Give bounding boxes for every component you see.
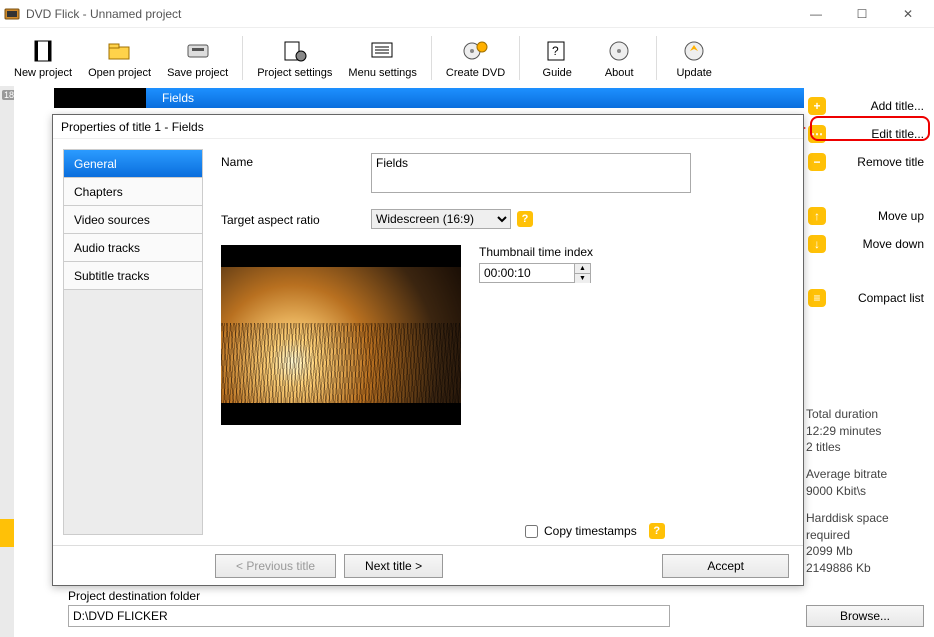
title-thumbnail-preview: [54, 88, 146, 108]
tab-audio-tracks[interactable]: Audio tracks: [64, 234, 202, 262]
next-title-button[interactable]: Next title >: [344, 554, 443, 578]
about-button[interactable]: About: [588, 35, 650, 81]
aspect-label: Target aspect ratio: [221, 211, 371, 227]
compact-icon: ≡: [808, 289, 826, 307]
project-settings-button[interactable]: Project settings: [249, 35, 340, 81]
copy-timestamps-label: Copy timestamps: [544, 524, 637, 538]
hd-space-mb: 2099 Mb: [806, 543, 924, 560]
avg-bitrate-value: 9000 Kbit\s: [806, 483, 924, 500]
title-row[interactable]: Fields: [54, 88, 804, 108]
move-down-button[interactable]: ↓ Move down: [808, 230, 924, 258]
browse-button[interactable]: Browse...: [806, 605, 924, 627]
avg-bitrate-label: Average bitrate: [806, 466, 924, 483]
title-properties-dialog: Properties of title 1 - Fields General C…: [52, 114, 804, 586]
side-commands: + Add title... ⋯ Edit title... − Remove …: [802, 86, 934, 312]
dialog-tabs: General Chapters Video sources Audio tra…: [63, 149, 203, 535]
tab-subtitle-tracks[interactable]: Subtitle tracks: [64, 262, 202, 290]
new-project-icon: [29, 37, 57, 65]
window-title: DVD Flick - Unnamed project: [26, 7, 181, 21]
total-duration-label: Total duration: [806, 406, 924, 423]
title-count: 2 titles: [806, 439, 924, 456]
total-duration-value: 12:29 minutes: [806, 423, 924, 440]
compact-list-button[interactable]: ≡ Compact list: [808, 284, 924, 312]
about-icon: [605, 37, 633, 65]
plus-icon: +: [808, 97, 826, 115]
accept-button[interactable]: Accept: [662, 554, 789, 578]
edit-title-button[interactable]: ⋯ Edit title...: [808, 120, 924, 148]
thumbnail-preview: [221, 245, 461, 425]
dest-folder-input[interactable]: [68, 605, 670, 627]
name-label: Name: [221, 153, 371, 169]
tab-video-sources[interactable]: Video sources: [64, 206, 202, 234]
edit-icon: ⋯: [808, 125, 826, 143]
dest-folder-label: Project destination folder: [68, 589, 670, 603]
update-button[interactable]: Update: [663, 35, 725, 81]
minimize-button[interactable]: —: [802, 7, 830, 21]
add-title-button[interactable]: + Add title...: [808, 92, 924, 120]
new-project-button[interactable]: New project: [6, 35, 80, 81]
create-dvd-button[interactable]: Create DVD: [438, 35, 513, 81]
main-toolbar: New project Open project Save project Pr…: [0, 28, 934, 86]
guide-button[interactable]: ? Guide: [526, 35, 588, 81]
open-project-icon: [106, 37, 134, 65]
minus-icon: −: [808, 153, 826, 171]
aspect-select[interactable]: Widescreen (16:9): [371, 209, 511, 229]
menu-settings-icon: [369, 37, 397, 65]
maximize-button[interactable]: ☐: [848, 7, 876, 21]
menu-settings-button[interactable]: Menu settings: [340, 35, 424, 81]
progress-strip: 18%: [0, 86, 14, 637]
project-info: Total duration 12:29 minutes 2 titles Av…: [806, 406, 924, 587]
dialog-title: Properties of title 1 - Fields: [53, 115, 803, 139]
titles-canvas: Fields Properties of title 1 - Fields Ge…: [14, 86, 802, 637]
progress-segment: [0, 519, 14, 547]
thumb-index-input[interactable]: [479, 263, 575, 283]
help-icon[interactable]: ?: [517, 211, 533, 227]
thumb-index-label: Thumbnail time index: [479, 245, 593, 259]
hd-space-kb: 2149886 Kb: [806, 560, 924, 577]
remove-title-button[interactable]: − Remove title: [808, 148, 924, 176]
help-icon[interactable]: ?: [649, 523, 665, 539]
update-icon: [680, 37, 708, 65]
move-up-button[interactable]: ↑ Move up: [808, 202, 924, 230]
app-icon: [4, 6, 20, 22]
arrow-down-icon: ↓: [808, 235, 826, 253]
create-dvd-icon: [462, 37, 490, 65]
previous-title-button[interactable]: < Previous title: [215, 554, 336, 578]
guide-icon: ?: [543, 37, 571, 65]
name-input[interactable]: Fields: [371, 153, 691, 193]
close-button[interactable]: ✕: [894, 7, 922, 21]
open-project-button[interactable]: Open project: [80, 35, 159, 81]
tab-chapters[interactable]: Chapters: [64, 178, 202, 206]
title-row-label: Fields: [162, 91, 194, 105]
hd-space-label: Harddisk space required: [806, 510, 924, 544]
save-project-icon: [184, 37, 212, 65]
tab-general[interactable]: General: [64, 150, 202, 178]
svg-text:?: ?: [552, 44, 559, 58]
window-titlebar: DVD Flick - Unnamed project — ☐ ✕: [0, 0, 934, 28]
save-project-button[interactable]: Save project: [159, 35, 236, 81]
arrow-up-icon: ↑: [808, 207, 826, 225]
thumb-index-spinner[interactable]: ▲▼: [575, 263, 591, 283]
project-settings-icon: [281, 37, 309, 65]
copy-timestamps-checkbox[interactable]: [525, 525, 538, 538]
